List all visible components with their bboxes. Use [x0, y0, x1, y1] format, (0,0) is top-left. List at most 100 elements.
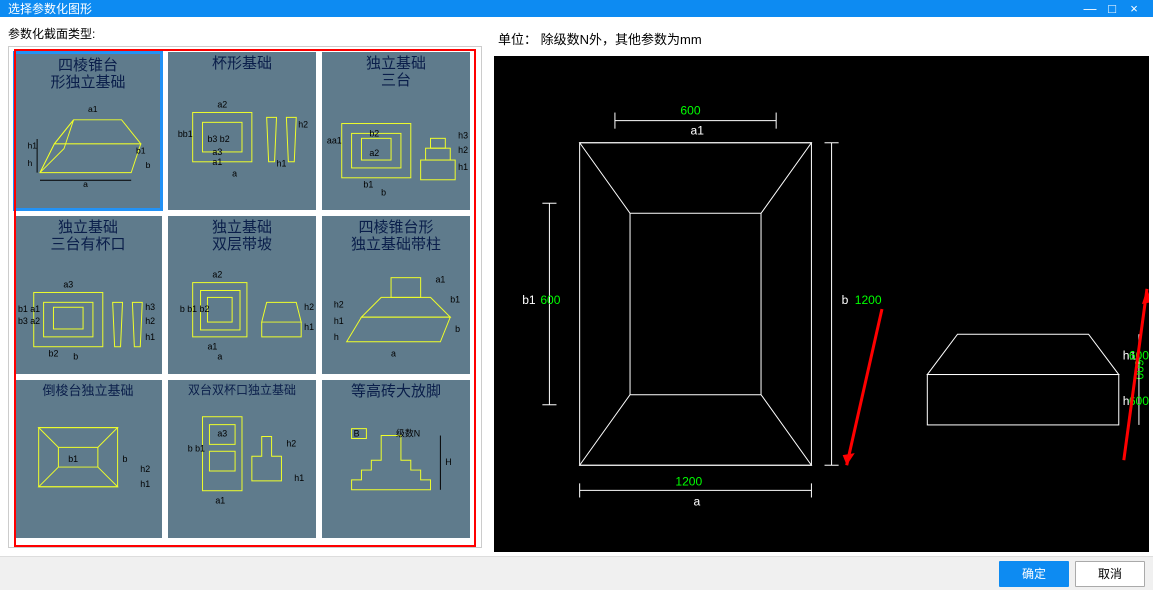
svg-text:600: 600 — [680, 104, 700, 118]
svg-text:h2: h2 — [334, 299, 344, 309]
svg-text:b: b — [842, 293, 849, 307]
shape-card-6[interactable]: 倒梭台独立基础 b1 b h2 h1 — [13, 379, 163, 539]
shape-thumb-0: a1 b1 b h1 h a — [16, 91, 160, 197]
shape-card-2[interactable]: 独立基础三台 aa1 b2 a2 b1 b h3 — [321, 51, 471, 211]
svg-text:a: a — [694, 495, 701, 509]
svg-text:b1 a1: b1 a1 — [18, 304, 40, 314]
svg-text:h1: h1 — [28, 141, 38, 151]
svg-text:b: b — [455, 324, 460, 334]
svg-text:a1: a1 — [207, 342, 217, 352]
svg-text:b b1: b b1 — [188, 443, 205, 453]
maximize-button[interactable]: □ — [1101, 1, 1123, 16]
shape-title: 双台双杯口独立基础 — [168, 380, 316, 397]
unit-label: 单位： 除级数N外，其他参数为mm — [494, 25, 1149, 56]
window-title: 选择参数化图形 — [8, 0, 92, 17]
svg-text:h1: h1 — [304, 322, 314, 332]
shape-title: 倒梭台独立基础 — [14, 380, 162, 398]
close-button[interactable]: × — [1123, 1, 1145, 16]
left-panel: 参数化截面类型: 四棱锥台形独立基础 a1 b1 b h1 h a — [0, 17, 490, 556]
shape-card-1[interactable]: 杯形基础 a2 bb1 b3 b2 a3 a1 a h2 h1 — [167, 51, 317, 211]
svg-text:a2: a2 — [369, 148, 379, 158]
svg-text:B: B — [354, 428, 360, 438]
shape-title: 四棱锥台形独立基础 — [16, 54, 160, 91]
svg-text:a1: a1 — [691, 124, 705, 138]
cancel-button[interactable]: 取消 — [1075, 561, 1145, 587]
shape-thumb-4: a2 b b1 b2 a1 a h2 h1 — [168, 253, 316, 362]
shape-thumb-1: a2 bb1 b3 b2 a3 a1 a h2 h1 — [168, 73, 316, 182]
shape-title: 独立基础三台 — [322, 52, 470, 89]
svg-text:1200: 1200 — [675, 474, 702, 488]
svg-text:级数N: 级数N — [396, 427, 420, 438]
shape-title: 四棱锥台形独立基础带柱 — [322, 216, 470, 253]
shape-card-3[interactable]: 独立基础三台有杯口 a3 b1 a1 b3 a2 b2 b h3 — [13, 215, 163, 375]
shape-thumb-8: B 级数N H — [322, 401, 470, 510]
svg-text:h1: h1 — [334, 316, 344, 326]
svg-text:bb1: bb1 — [178, 129, 193, 139]
footer: 确定 取消 — [0, 556, 1153, 590]
svg-text:b: b — [123, 454, 128, 464]
titlebar: 选择参数化图形 — □ × — [0, 0, 1153, 17]
shape-title: 等高砖大放脚 — [322, 380, 470, 401]
svg-text:a2: a2 — [212, 270, 222, 280]
shape-thumb-3: a3 b1 a1 b3 a2 b2 b h3 h2 h1 — [14, 253, 162, 362]
svg-text:h2: h2 — [286, 439, 296, 449]
shape-card-5[interactable]: 四棱锥台形独立基础带柱 a1 b1 b h2 h1 h a — [321, 215, 471, 375]
shape-title: 独立基础三台有杯口 — [14, 216, 162, 253]
svg-text:b: b — [381, 188, 386, 198]
svg-text:h3: h3 — [145, 302, 155, 312]
svg-text:h3: h3 — [458, 130, 468, 140]
svg-text:a: a — [232, 168, 237, 178]
main-content: 参数化截面类型: 四棱锥台形独立基础 a1 b1 b h1 h a — [0, 17, 1153, 556]
svg-text:a3: a3 — [63, 280, 73, 290]
svg-text:h2: h2 — [298, 119, 308, 129]
svg-text:h1: h1 — [277, 158, 287, 168]
svg-text:h1: h1 — [458, 162, 468, 172]
shape-card-7[interactable]: 双台双杯口独立基础 b b1 a3 a1 h2 h1 — [167, 379, 317, 539]
svg-text:b2: b2 — [49, 349, 59, 359]
shape-card-8[interactable]: 等高砖大放脚 B 级数N H — [321, 379, 471, 539]
svg-text:a: a — [391, 349, 396, 359]
svg-text:h2: h2 — [304, 302, 314, 312]
svg-text:b3 a2: b3 a2 — [18, 316, 40, 326]
svg-text:b1: b1 — [363, 180, 373, 190]
svg-text:h1: h1 — [140, 479, 150, 489]
svg-text:h2: h2 — [458, 145, 468, 155]
minimize-button[interactable]: — — [1079, 1, 1101, 16]
shape-card-0[interactable]: 四棱锥台形独立基础 a1 b1 b h1 h a — [13, 51, 163, 211]
svg-text:600: 600 — [540, 293, 560, 307]
svg-text:a1: a1 — [435, 275, 445, 285]
svg-text:a1: a1 — [215, 496, 225, 506]
preview-canvas[interactable]: 600 a1 b1 600 b 1200 1200 a — [494, 56, 1149, 552]
svg-text:1200: 1200 — [855, 293, 882, 307]
svg-text:b1: b1 — [68, 454, 78, 464]
svg-text:b: b — [73, 352, 78, 362]
svg-text:a3: a3 — [217, 429, 227, 439]
svg-text:a3: a3 — [212, 146, 222, 156]
svg-text:b1: b1 — [522, 293, 536, 307]
shape-grid: 四棱锥台形独立基础 a1 b1 b h1 h a — [8, 46, 482, 548]
svg-text:a1: a1 — [88, 104, 98, 114]
shape-title: 独立基础双层带坡 — [168, 216, 316, 253]
svg-text:h2: h2 — [140, 464, 150, 474]
svg-text:H: H — [445, 457, 451, 467]
shape-thumb-5: a1 b1 b h2 h1 h a — [322, 253, 470, 362]
shape-thumb-6: b1 b h2 h1 — [14, 398, 162, 507]
svg-text:a1: a1 — [212, 156, 222, 166]
svg-text:b3 b2: b3 b2 — [207, 134, 229, 144]
svg-text:a: a — [217, 352, 222, 362]
svg-text:h1: h1 — [294, 473, 304, 483]
svg-text:h2: h2 — [145, 316, 155, 326]
shape-thumb-2: aa1 b2 a2 b1 b h3 h2 h1 — [322, 89, 470, 198]
shape-thumb-7: b b1 a3 a1 h2 h1 — [168, 397, 316, 506]
ok-button[interactable]: 确定 — [999, 561, 1069, 587]
svg-text:h: h — [334, 332, 339, 342]
svg-text:h1: h1 — [145, 332, 155, 342]
svg-text:b1: b1 — [450, 294, 460, 304]
section-label: 参数化截面类型: — [8, 25, 482, 42]
svg-text:a2: a2 — [217, 99, 227, 109]
svg-text:b2: b2 — [369, 128, 379, 138]
shape-card-4[interactable]: 独立基础双层带坡 a2 b b1 b2 a1 a h2 h1 — [167, 215, 317, 375]
svg-text:h: h — [28, 158, 33, 168]
svg-text:b b1 b2: b b1 b2 — [180, 304, 210, 314]
shape-title: 杯形基础 — [168, 52, 316, 73]
